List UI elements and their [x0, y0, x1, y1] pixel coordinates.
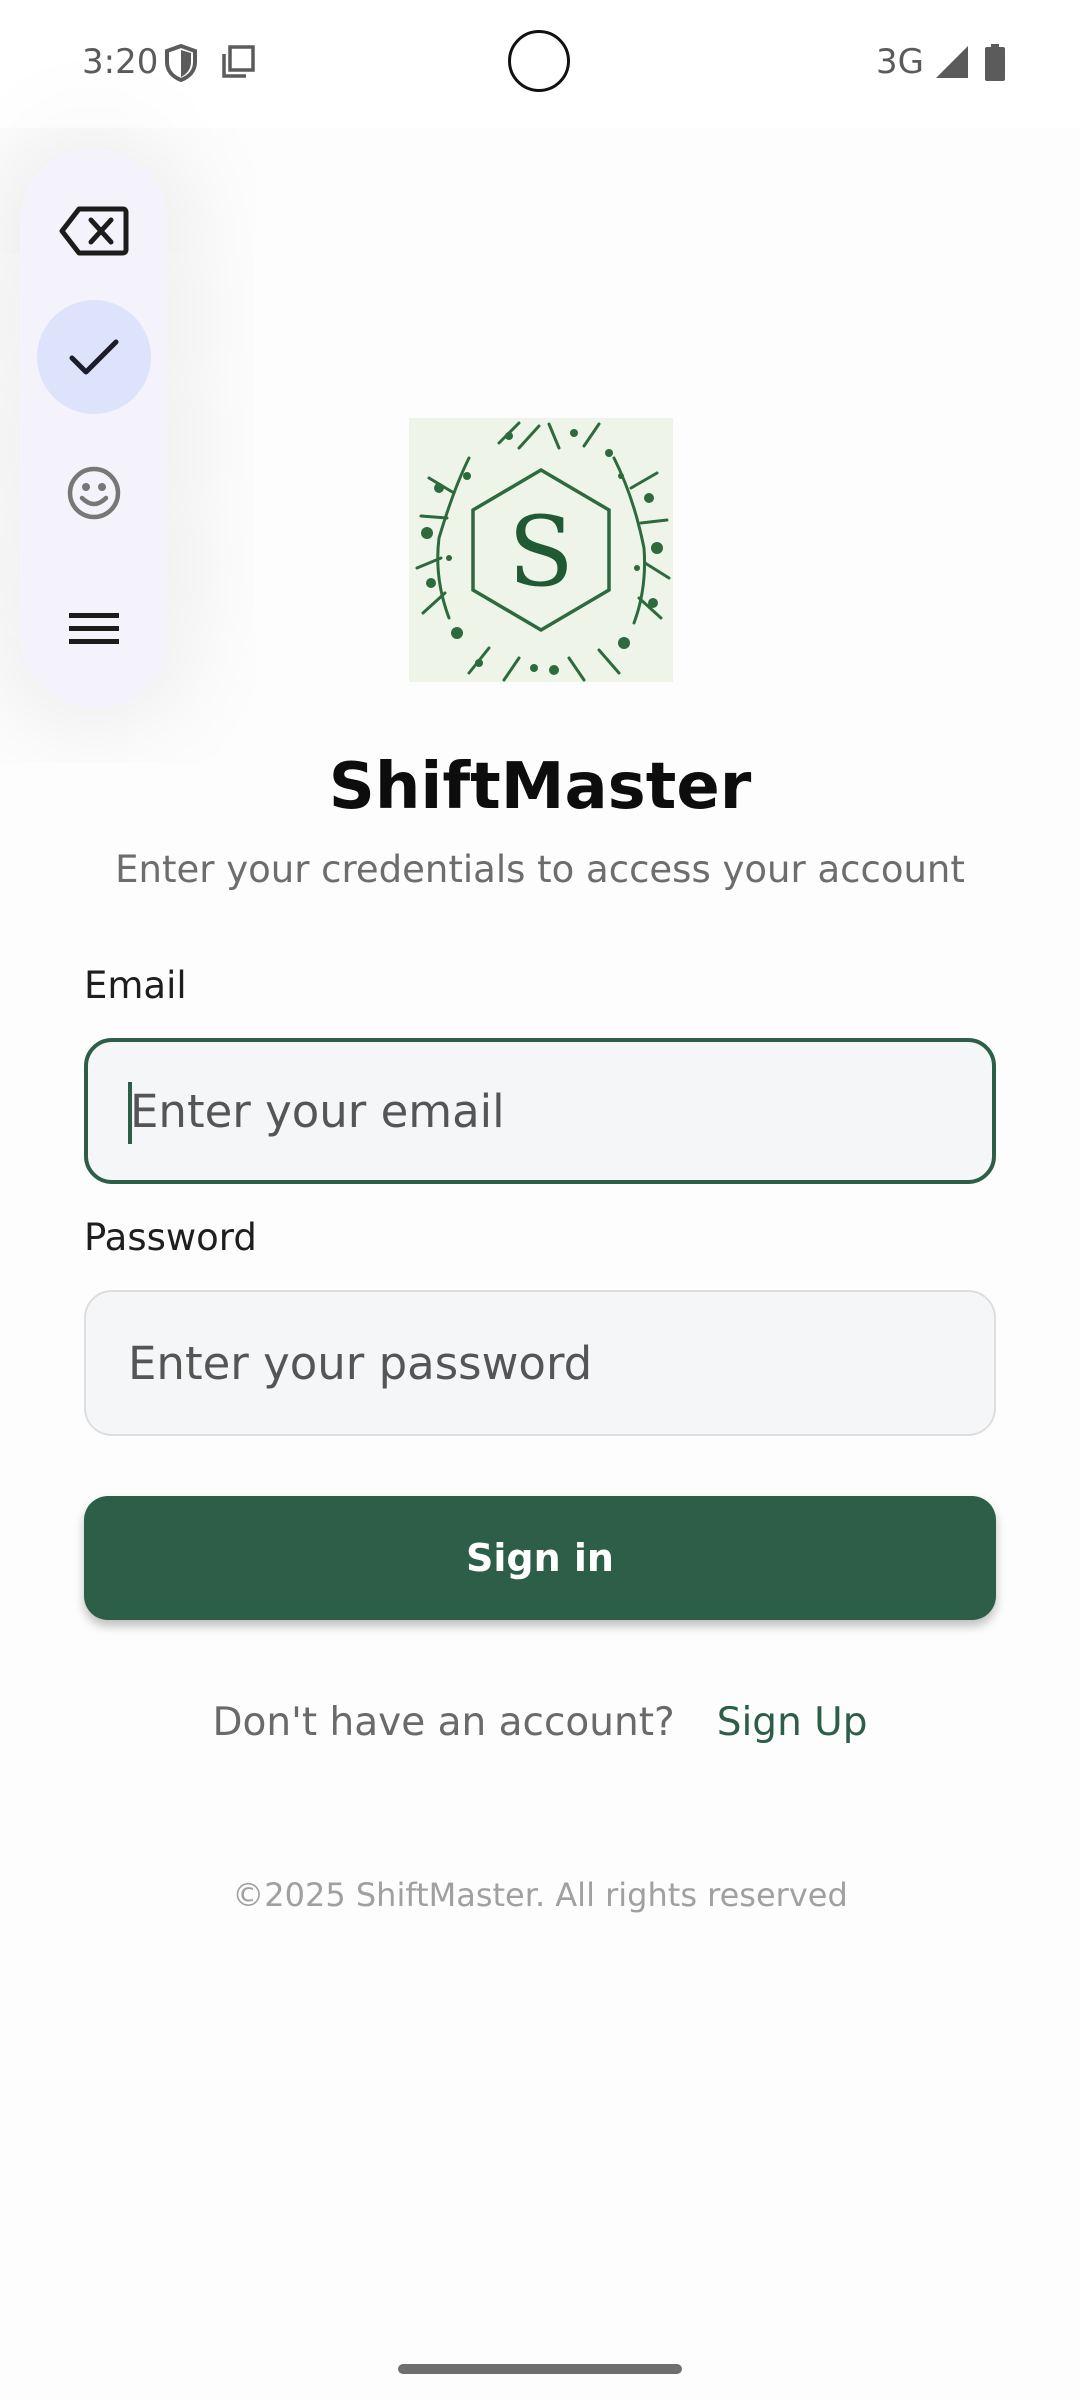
status-bar: 3:20 3G [0, 0, 1080, 128]
shield-icon [164, 43, 198, 86]
email-label: Email [84, 964, 187, 1007]
app-title: ShiftMaster [328, 750, 752, 824]
status-time: 3:20 [82, 42, 159, 82]
home-indicator[interactable] [398, 2364, 682, 2374]
app-logo: S [409, 418, 673, 682]
no-account-prompt: Don't have an account? [212, 1700, 675, 1745]
sign-up-link[interactable]: Sign Up [717, 1700, 868, 1745]
email-field[interactable] [88, 1042, 992, 1180]
copyright-text: ©2025 ShiftMaster. All rights reserved [232, 1876, 848, 1914]
sign-in-button[interactable]: Sign in [84, 1496, 996, 1620]
backspace-icon[interactable] [37, 174, 151, 288]
password-field[interactable] [86, 1292, 994, 1434]
copy-icon [220, 44, 256, 84]
menu-icon[interactable] [37, 572, 151, 686]
emoji-icon[interactable] [37, 436, 151, 550]
battery-icon [984, 44, 1006, 86]
email-field-container [84, 1038, 996, 1184]
signup-row: Don't have an account? Sign Up [0, 1700, 1080, 1745]
logo-letter: S [508, 496, 574, 608]
page-subtitle: Enter your credentials to access your ac… [115, 848, 965, 891]
network-type: 3G [876, 42, 924, 82]
text-caret [128, 1082, 132, 1144]
password-label: Password [84, 1216, 257, 1259]
signal-icon [934, 44, 970, 84]
password-field-container [84, 1290, 996, 1436]
keyboard-side-toolbar [20, 148, 168, 708]
camera-cutout [508, 30, 570, 92]
check-icon[interactable] [37, 300, 151, 414]
